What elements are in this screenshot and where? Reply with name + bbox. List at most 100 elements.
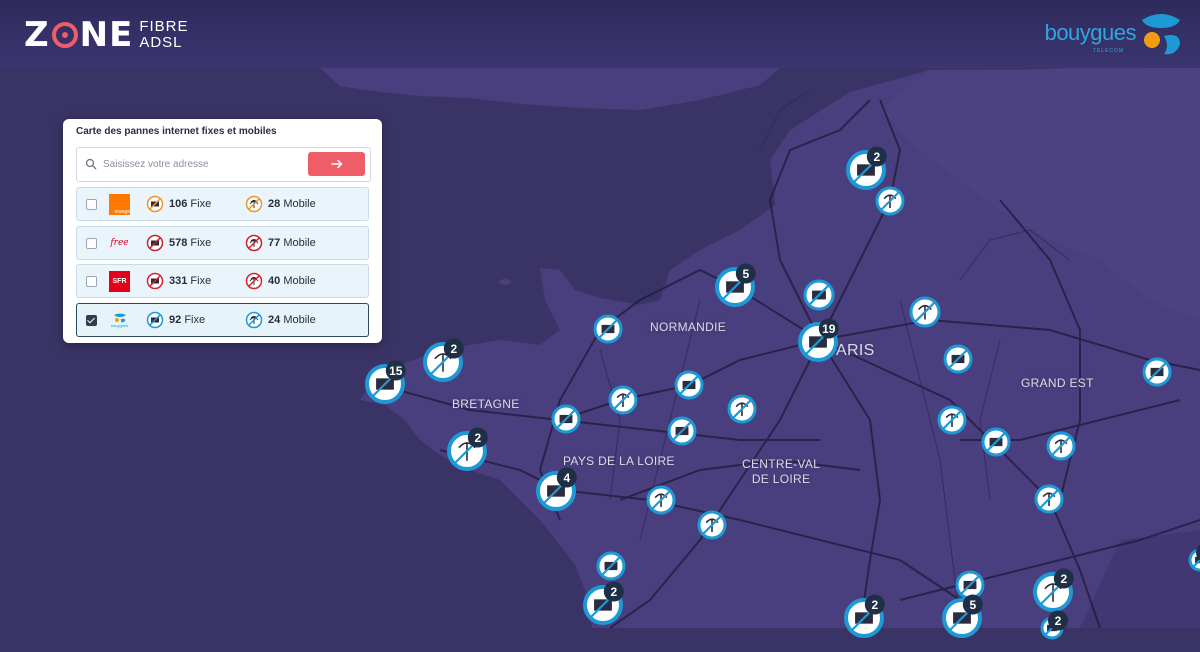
fixed-outage-marker[interactable]: [969, 415, 1023, 469]
operator-row-bouygues[interactable]: bouygues 92 Fixe 24 Mobile: [76, 303, 369, 337]
cluster-count: 19: [822, 322, 836, 336]
mobile-outage-marker[interactable]: [715, 382, 769, 436]
free-mobile-stat: 77 Mobile: [268, 237, 328, 249]
bouygues-fixe-count: 92: [169, 314, 182, 326]
fixed-outage-marker[interactable]: 5: [703, 255, 767, 319]
region-label-normandie: NORMANDIE: [650, 320, 727, 334]
bouygues-small-logo: bouygues: [109, 310, 130, 331]
region-label-grand-est: GRAND EST: [1021, 376, 1094, 390]
target-icon: [51, 22, 78, 48]
mobile-outage-marker[interactable]: [596, 373, 650, 427]
operator-checkbox-bouygues[interactable]: [86, 314, 97, 326]
operator-row-free[interactable]: free 578 Fixe 77 Mobile: [76, 226, 369, 260]
fixed-outage-marker[interactable]: 2: [1176, 536, 1200, 584]
brand-subtitle: FIBRE ADSL: [139, 19, 188, 51]
address-search: [76, 147, 371, 182]
partner-tag: TELECOM: [1092, 48, 1124, 54]
bouygues-fixe-stat: 92 Fixe: [169, 314, 229, 326]
mobile-outage-marker[interactable]: [634, 473, 688, 527]
mobile-outage-marker[interactable]: 2: [411, 330, 475, 394]
address-input[interactable]: [103, 154, 293, 174]
fixed-outage-icon: [146, 195, 164, 213]
bouygues-logo[interactable]: bouygues TELECOM: [1045, 10, 1186, 60]
brand-line1: FIBRE: [139, 18, 189, 35]
brand-line2: ADSL: [139, 34, 183, 51]
free-logo: free: [109, 233, 130, 254]
cluster-count: 5: [742, 267, 749, 281]
centre-line2: DE LOIRE: [751, 472, 811, 486]
free-fixe-count: 578: [169, 237, 188, 249]
partner-name: bouygues: [1044, 20, 1137, 45]
cluster-count: 2: [474, 431, 481, 445]
sfr-fixe-count: 331: [169, 275, 188, 287]
cluster-count: 2: [1060, 572, 1067, 586]
operator-checkbox-orange[interactable]: [86, 198, 97, 210]
region-label-bretagne: BRETAGNE: [452, 397, 520, 411]
brand-z: Z: [24, 15, 50, 55]
panel-title: Carte des pannes internet fixes et mobil…: [76, 126, 277, 137]
bouygues-fixe-label: Fixe: [184, 314, 206, 326]
fixed-outage-marker[interactable]: 2: [571, 573, 635, 637]
cluster-count: 5: [969, 598, 976, 612]
mobile-outage-icon: [245, 234, 263, 252]
sfr-fixe-stat: 331 Fixe: [169, 275, 229, 287]
fixed-outage-icon: [146, 234, 164, 252]
bouygues-mobile-stat: 24 Mobile: [268, 314, 328, 326]
fixed-outage-marker[interactable]: [1130, 345, 1184, 399]
outage-filter-panel: Carte des pannes internet fixes et mobil…: [63, 119, 382, 343]
cluster-count: 2: [1055, 614, 1062, 628]
free-mobile-label: Mobile: [283, 237, 316, 249]
region-label-centre: CENTRE-VAL DE LOIRE: [742, 457, 820, 487]
fixed-outage-icon: [146, 311, 164, 329]
orange-mobile-count: 28: [268, 198, 281, 210]
orange-logo-text: orange: [114, 208, 130, 215]
sfr-logo: SFR: [109, 270, 130, 292]
brand-wordmark: Z NE: [24, 18, 133, 52]
brand-ne: NE: [79, 15, 134, 55]
sfr-mobile-stat: 40 Mobile: [268, 275, 328, 287]
operator-row-sfr[interactable]: SFR 331 Fixe 40 Mobile: [76, 264, 369, 298]
free-logo-text: free: [110, 238, 129, 248]
orange-mobile-label: Mobile: [283, 198, 316, 210]
fixed-outage-marker[interactable]: [539, 392, 593, 446]
fixed-outage-marker[interactable]: 15: [353, 352, 417, 416]
mobile-outage-marker[interactable]: [863, 174, 917, 228]
bouygues-emblem-icon: [1142, 14, 1180, 55]
bouygues-small-emblem-icon: [113, 313, 126, 322]
operator-checkbox-sfr[interactable]: [86, 275, 97, 287]
bouygues-mobile-label: Mobile: [283, 314, 316, 326]
mobile-outage-icon: [245, 272, 263, 290]
fixed-outage-marker[interactable]: 2: [832, 586, 896, 650]
search-icon: [85, 158, 97, 170]
orange-fixe-label: Fixe: [190, 198, 212, 210]
centre-line1: CENTRE-VAL: [742, 457, 821, 471]
bouygues-mobile-count: 24: [268, 314, 281, 326]
fixed-outage-icon: [146, 272, 164, 290]
fixed-outage-marker[interactable]: 5: [930, 586, 994, 650]
orange-fixe-count: 106: [169, 198, 188, 210]
mobile-outage-marker[interactable]: 2: [435, 419, 499, 483]
orange-mobile-stat: 28 Mobile: [268, 198, 328, 210]
cluster-count: 2: [450, 342, 457, 356]
mobile-outage-marker[interactable]: [685, 498, 739, 552]
cluster-count: 2: [871, 598, 878, 612]
mobile-outage-marker[interactable]: [1034, 419, 1088, 473]
free-mobile-count: 77: [268, 237, 281, 249]
search-submit-button[interactable]: [308, 152, 365, 176]
fixed-outage-marker[interactable]: [931, 332, 985, 386]
fixed-outage-marker[interactable]: 2: [1028, 604, 1076, 652]
mobile-outage-icon: [245, 195, 263, 213]
orange-fixe-stat: 106 Fixe: [169, 198, 229, 210]
fixed-outage-marker[interactable]: [581, 302, 635, 356]
island: [499, 279, 511, 285]
fixed-outage-marker[interactable]: [655, 404, 709, 458]
zonefibre-logo[interactable]: Z NE FIBRE ADSL: [24, 18, 189, 52]
operator-checkbox-free[interactable]: [86, 237, 97, 249]
fixed-outage-marker[interactable]: 19: [786, 310, 850, 374]
cluster-count: 2: [610, 585, 617, 599]
operator-row-orange[interactable]: orange 106 Fixe 28 Mobile: [76, 187, 369, 221]
cluster-count: 15: [389, 364, 403, 378]
mobile-outage-marker[interactable]: [1022, 472, 1076, 526]
fixed-outage-marker[interactable]: 4: [524, 459, 588, 523]
cluster-count: 4: [563, 471, 570, 485]
